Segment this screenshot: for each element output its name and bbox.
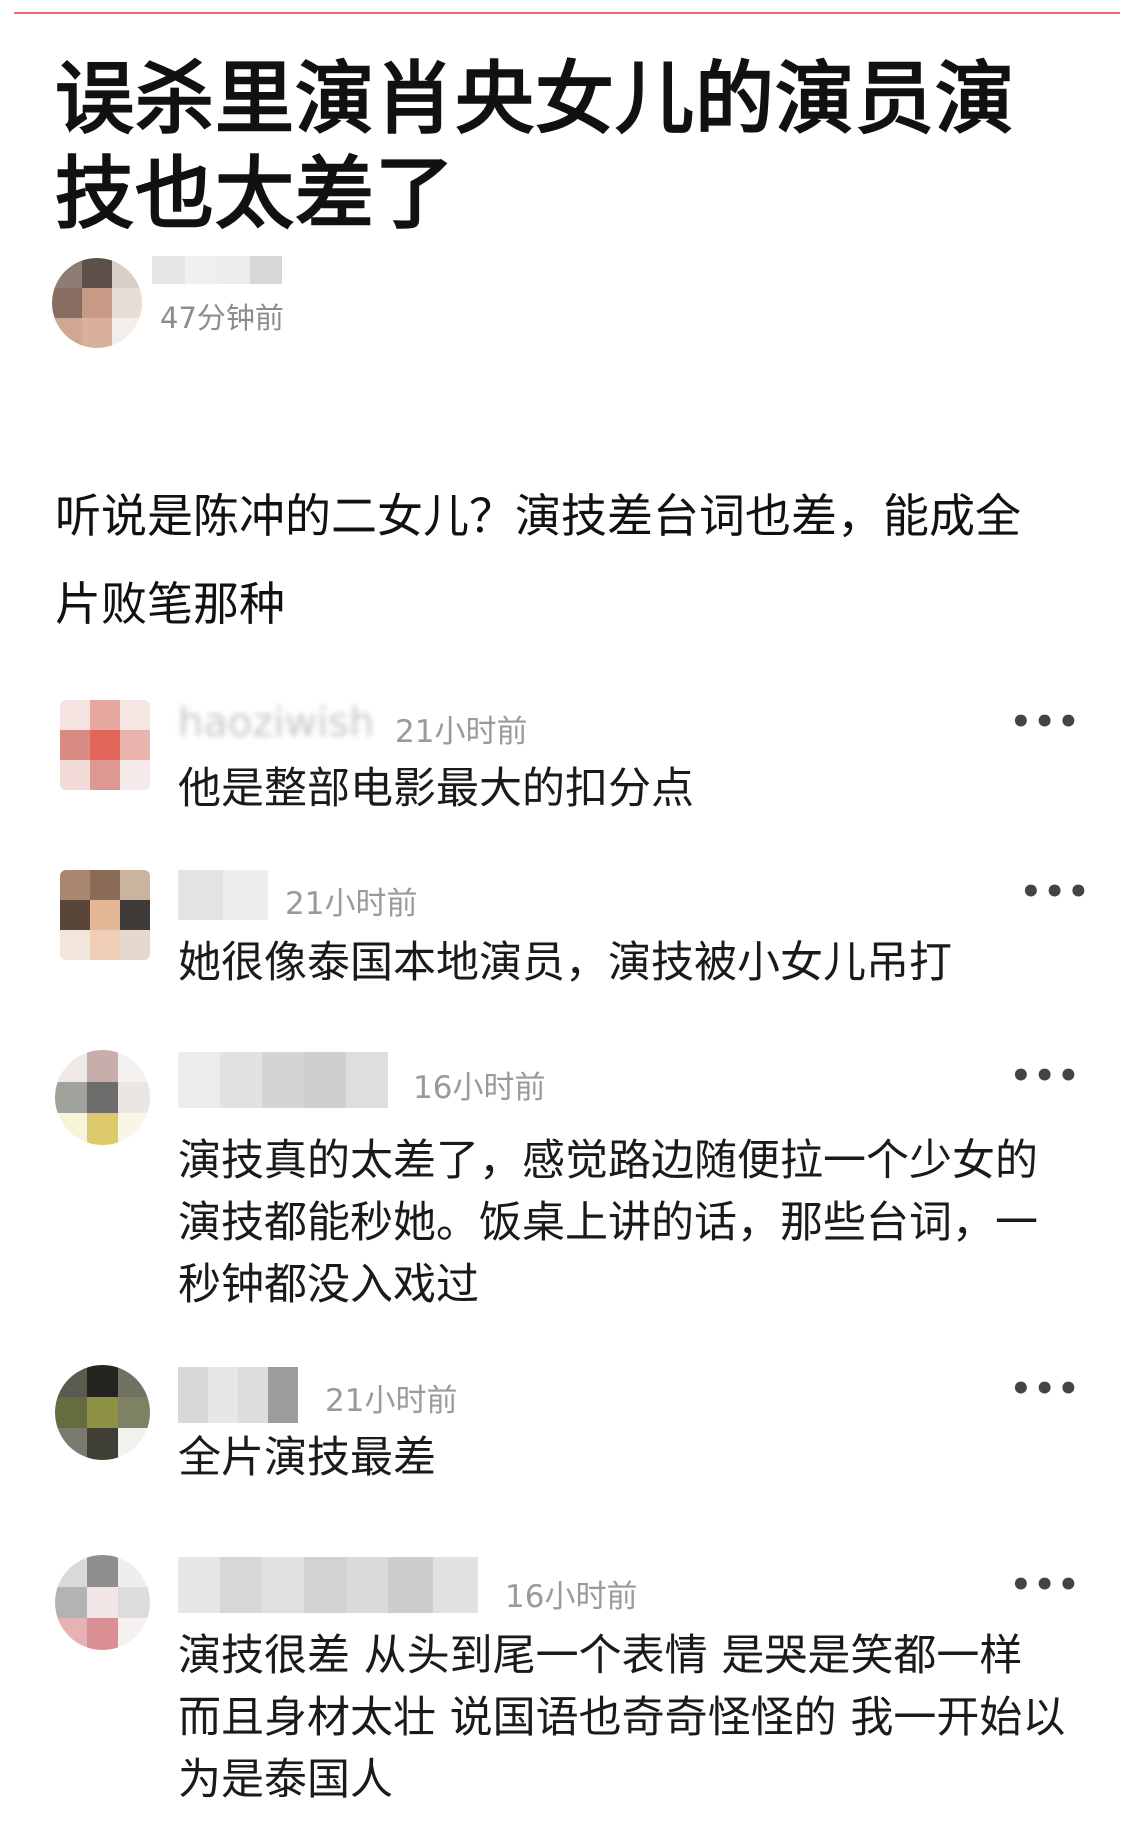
comment-time: 21小时前 [395,714,528,750]
comment-time: 21小时前 [285,886,418,922]
comment-item: 21小时前 ••• 她很像泰国本地演员，演技被小女儿吊打 [0,870,1131,1010]
commenter-avatar[interactable] [55,1050,150,1145]
commenter-avatar[interactable] [55,1365,150,1460]
comment-text: 演技很差 从头到尾一个表情 是哭是笑都一样 而且身材太壮 说国语也奇奇怪怪的 我… [178,1631,1066,1805]
comment-text: 她很像泰国本地演员，演技被小女儿吊打 [178,938,952,988]
author-avatar[interactable] [52,258,142,348]
comment-time: 21小时前 [325,1383,458,1419]
commenter-avatar[interactable] [60,700,150,790]
commenter-name[interactable]: haoziwish [178,700,374,746]
comment-item: haoziwish 21小时前 ••• 他是整部电影最大的扣分点 [0,700,1131,825]
post-page: 误杀里演肖央女儿的演员演技也太差了 47分钟前 听说是陈冲的二女儿？演技差台词也… [0,0,1131,1847]
more-options-icon[interactable]: ••• [1010,1369,1081,1409]
commenter-name-blurred[interactable] [178,1367,298,1423]
comment-item: 16小时前 ••• 演技很差 从头到尾一个表情 是哭是笑都一样 而且身材太壮 说… [0,1555,1131,1835]
post-title: 误杀里演肖央女儿的演员演技也太差了 [55,53,1015,240]
post-author[interactable]: 47分钟前 [52,256,352,400]
comment-time: 16小时前 [505,1579,638,1615]
more-options-icon[interactable]: ••• [1010,1565,1081,1605]
comment-time: 16小时前 [413,1070,546,1106]
commenter-avatar[interactable] [55,1555,150,1650]
more-options-icon[interactable]: ••• [1010,702,1081,742]
top-divider [14,12,1120,14]
comment-text: 演技真的太差了，感觉路边随便拉一个少女的演技都能秒她。饭桌上讲的话，那些台词，一… [178,1136,1038,1310]
commenter-name-blurred[interactable] [178,1052,388,1108]
more-options-icon[interactable]: ••• [1010,1056,1081,1096]
comment-item: 16小时前 ••• 演技真的太差了，感觉路边随便拉一个少女的演技都能秒她。饭桌上… [0,1050,1131,1320]
commenter-name-blurred[interactable] [178,870,268,920]
comment-item: 21小时前 ••• 全片演技最差 [0,1365,1131,1505]
comment-text: 他是整部电影最大的扣分点 [178,764,694,814]
commenter-avatar[interactable] [60,870,150,960]
post-body: 听说是陈冲的二女儿？演技差台词也差，能成全片败笔那种 [55,489,1021,631]
post-time: 47分钟前 [160,301,284,335]
comment-text: 全片演技最差 [178,1433,436,1483]
commenter-name-blurred[interactable] [178,1557,478,1613]
author-name-blurred[interactable] [152,256,282,284]
more-options-icon[interactable]: ••• [1020,872,1091,912]
